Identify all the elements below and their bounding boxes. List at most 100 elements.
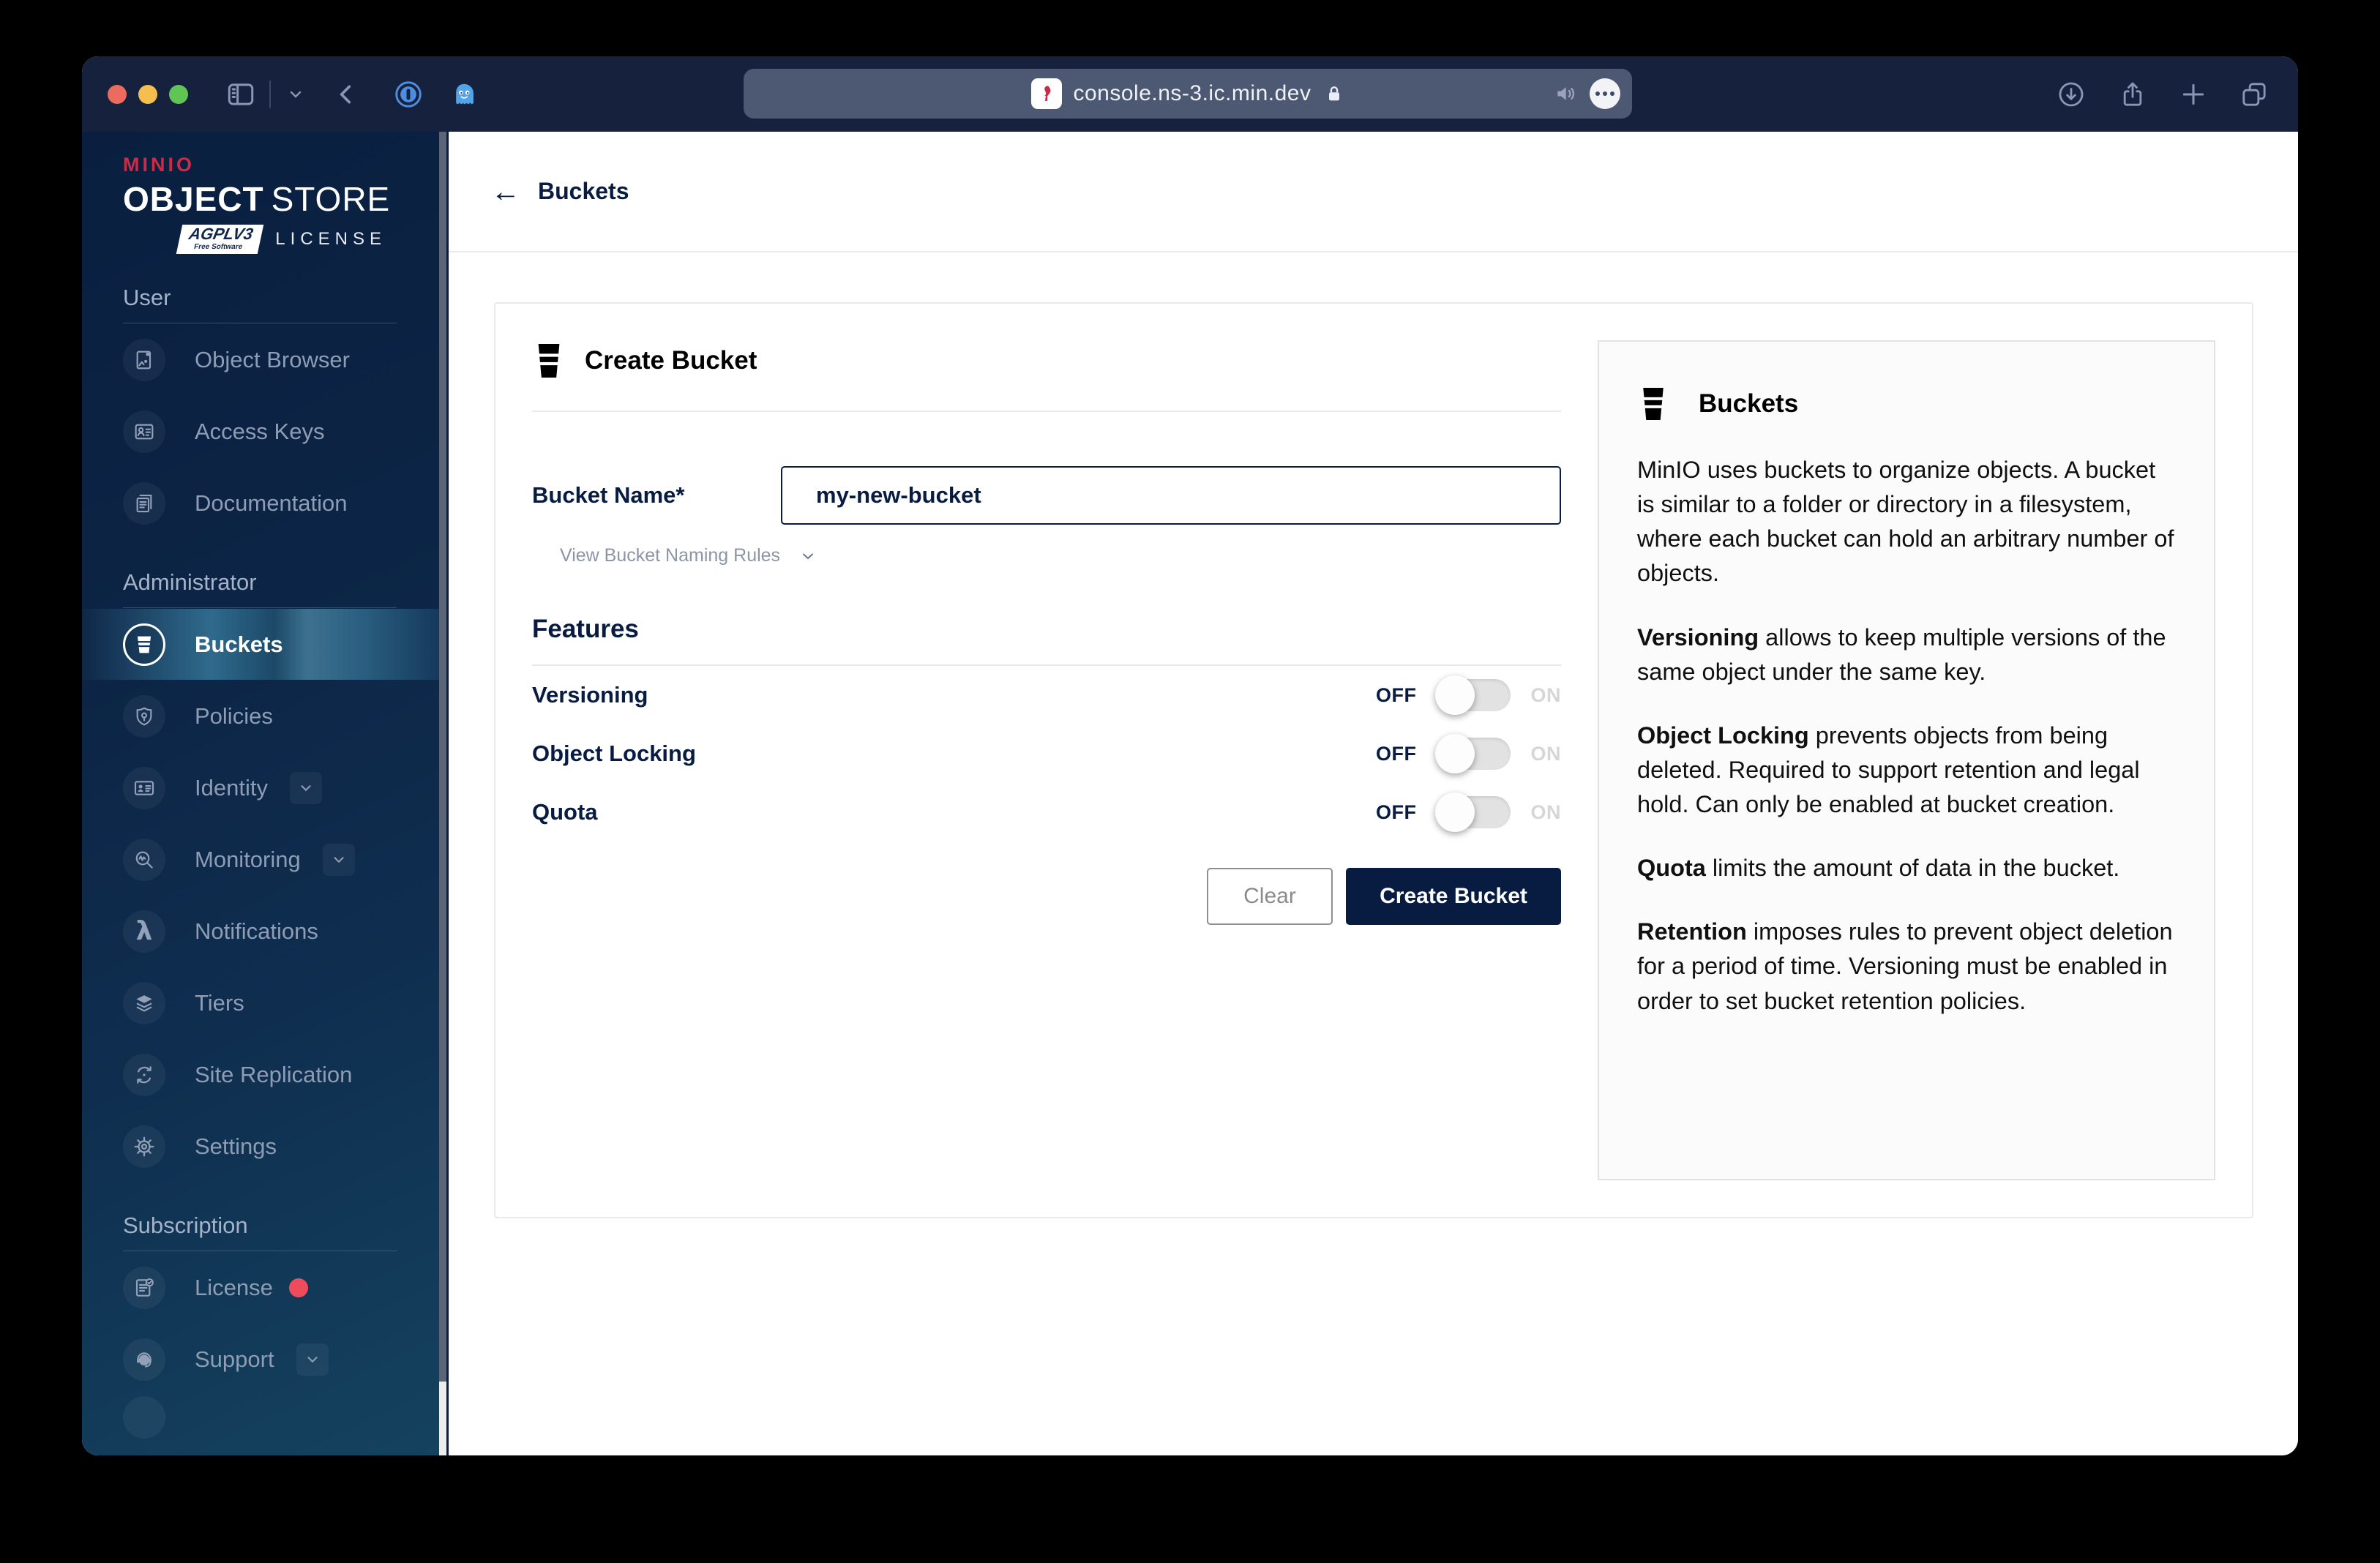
product-name: OBJECT STORE [123,180,391,218]
create-bucket-card: Create Bucket Bucket Name* View Bucket N… [494,302,2253,1218]
object-browser-icon [123,338,165,381]
help-paragraph-versioning: Versioning allows to keep multiple versi… [1637,623,2166,685]
toolbar-divider [269,80,271,108]
feature-row-object-locking: Object Locking OFF ON [532,724,1561,783]
feature-row-versioning: Versioning OFF ON [532,666,1561,724]
license-icon [123,1266,165,1309]
naming-rules-label: View Bucket Naming Rules [560,545,781,566]
quota-toggle[interactable] [1434,792,1511,832]
sidebar-item-partial [82,1382,439,1453]
identity-expand-chevron-icon[interactable] [289,771,322,804]
lock-icon [1324,83,1344,104]
monitoring-icon [123,838,165,881]
back-to-buckets-arrow-icon[interactable]: ← [491,177,520,206]
card-title: Create Bucket [585,346,757,375]
license-word: LICENSE [275,229,386,249]
share-icon[interactable] [2118,80,2147,109]
sidebar-item-access-keys[interactable]: Access Keys [82,396,439,467]
tiers-icon [123,981,165,1024]
back-button[interactable] [334,82,359,107]
tab-overview-icon[interactable] [2239,80,2269,109]
site-replication-icon [123,1053,165,1096]
object-locking-on-label: ON [1530,742,1561,765]
page-title[interactable]: Buckets [538,178,629,205]
help-bucket-icon [1637,384,1669,424]
url-text: console.ns-3.ic.min.dev [1073,81,1311,105]
traffic-lights [108,85,188,104]
license-alert-badge [288,1278,308,1297]
buckets-icon [123,623,165,666]
sidebar-item-monitoring[interactable]: Monitoring [82,824,439,895]
zoom-window-button[interactable] [169,85,188,104]
minio-logo: MINIO OBJECT STORE AGPLV3 Free Software L… [82,132,439,254]
quota-off-label: OFF [1376,801,1417,823]
identity-icon [123,766,165,809]
clear-button[interactable]: Clear [1207,868,1333,925]
bucket-icon [532,340,566,381]
sidebar-item-site-replication[interactable]: Site Replication [82,1039,439,1110]
feature-row-quota: Quota OFF ON [532,783,1561,842]
section-heading-subscription: Subscription [123,1212,397,1251]
naming-rules-toggle[interactable]: View Bucket Naming Rules [560,545,1561,566]
help-paragraph-object-locking: Object Locking prevents objects from bei… [1637,721,2140,817]
mute-speaker-icon[interactable] [1553,81,1578,106]
object-locking-off-label: OFF [1376,742,1417,765]
sidebar-item-license[interactable]: License [82,1252,439,1323]
sidebar-item-policies[interactable]: Policies [82,681,439,751]
sidebar: MINIO OBJECT STORE AGPLV3 Free Software L… [82,132,439,1455]
features-title: Features [532,615,639,643]
sidebar-item-settings[interactable]: Settings [82,1111,439,1182]
notifications-lambda-icon: λ [123,910,165,953]
page-header: ← Buckets [449,132,2298,252]
ghostery-extension-icon[interactable] [449,80,479,109]
section-heading-user: User [123,285,397,323]
sidebar-toggle-icon[interactable] [225,79,256,110]
help-paragraph-retention: Retention imposes rules to prevent objec… [1637,918,2173,1014]
sidebar-item-object-browser[interactable]: Object Browser [82,324,439,395]
naming-rules-chevron-down-icon [799,547,817,565]
support-headset-icon [123,1338,165,1381]
browser-toolbar: console.ns-3.ic.min.dev [82,56,2298,132]
sidebar-chevron-down-icon[interactable] [287,86,304,103]
sidebar-item-tiers[interactable]: Tiers [82,967,439,1038]
support-expand-chevron-icon[interactable] [296,1343,329,1376]
bucket-name-label: Bucket Name* [532,482,685,508]
sidebar-item-notifications[interactable]: λ Notifications [82,896,439,967]
url-bar[interactable]: console.ns-3.ic.min.dev [744,69,1632,119]
brand-name: MINIO [123,154,195,176]
browser-window: console.ns-3.ic.min.dev MINIO OBJECT STO… [82,56,2298,1455]
sidebar-item-identity[interactable]: Identity [82,752,439,823]
monitoring-expand-chevron-icon[interactable] [322,843,355,876]
title-divider [532,411,1561,412]
agpl-badge: AGPLV3 Free Software [176,225,264,254]
bucket-name-input[interactable] [781,466,1561,525]
close-window-button[interactable] [108,85,127,104]
documentation-icon [123,481,165,525]
section-heading-administrator: Administrator [123,569,397,608]
onepassword-extension-icon[interactable] [394,80,423,109]
versioning-on-label: ON [1530,683,1561,706]
page-settings-ellipsis-icon[interactable] [1590,78,1620,109]
access-keys-icon [123,410,165,453]
help-panel-title: Buckets [1699,389,1799,418]
sidebar-item-buckets[interactable]: Buckets [82,609,439,680]
object-locking-toggle[interactable] [1434,734,1511,773]
help-paragraph-intro: MinIO uses buckets to organize objects. … [1637,457,2174,587]
sidebar-scrollbar-thumb[interactable] [439,132,446,1382]
settings-gear-icon [123,1125,165,1168]
policies-icon [123,694,165,738]
versioning-off-label: OFF [1376,683,1417,706]
create-bucket-button[interactable]: Create Bucket [1346,868,1561,925]
site-favicon-minio-icon [1030,78,1062,109]
sidebar-item-documentation[interactable]: Documentation [82,468,439,539]
help-paragraph-quota: Quota limits the amount of data in the b… [1637,855,2120,882]
clipped-item-icon [123,1395,165,1439]
versioning-toggle[interactable] [1434,675,1511,715]
main-content: ← Buckets Create Bucket Bucket Name* my-… [449,132,2298,1455]
sidebar-scrollbar[interactable] [439,132,449,1455]
buckets-help-panel: Buckets MinIO uses buckets to organize o… [1598,340,2215,1180]
minimize-window-button[interactable] [138,85,157,104]
downloads-icon[interactable] [2057,80,2086,109]
new-tab-icon[interactable] [2179,80,2207,108]
quota-on-label: ON [1530,801,1561,823]
